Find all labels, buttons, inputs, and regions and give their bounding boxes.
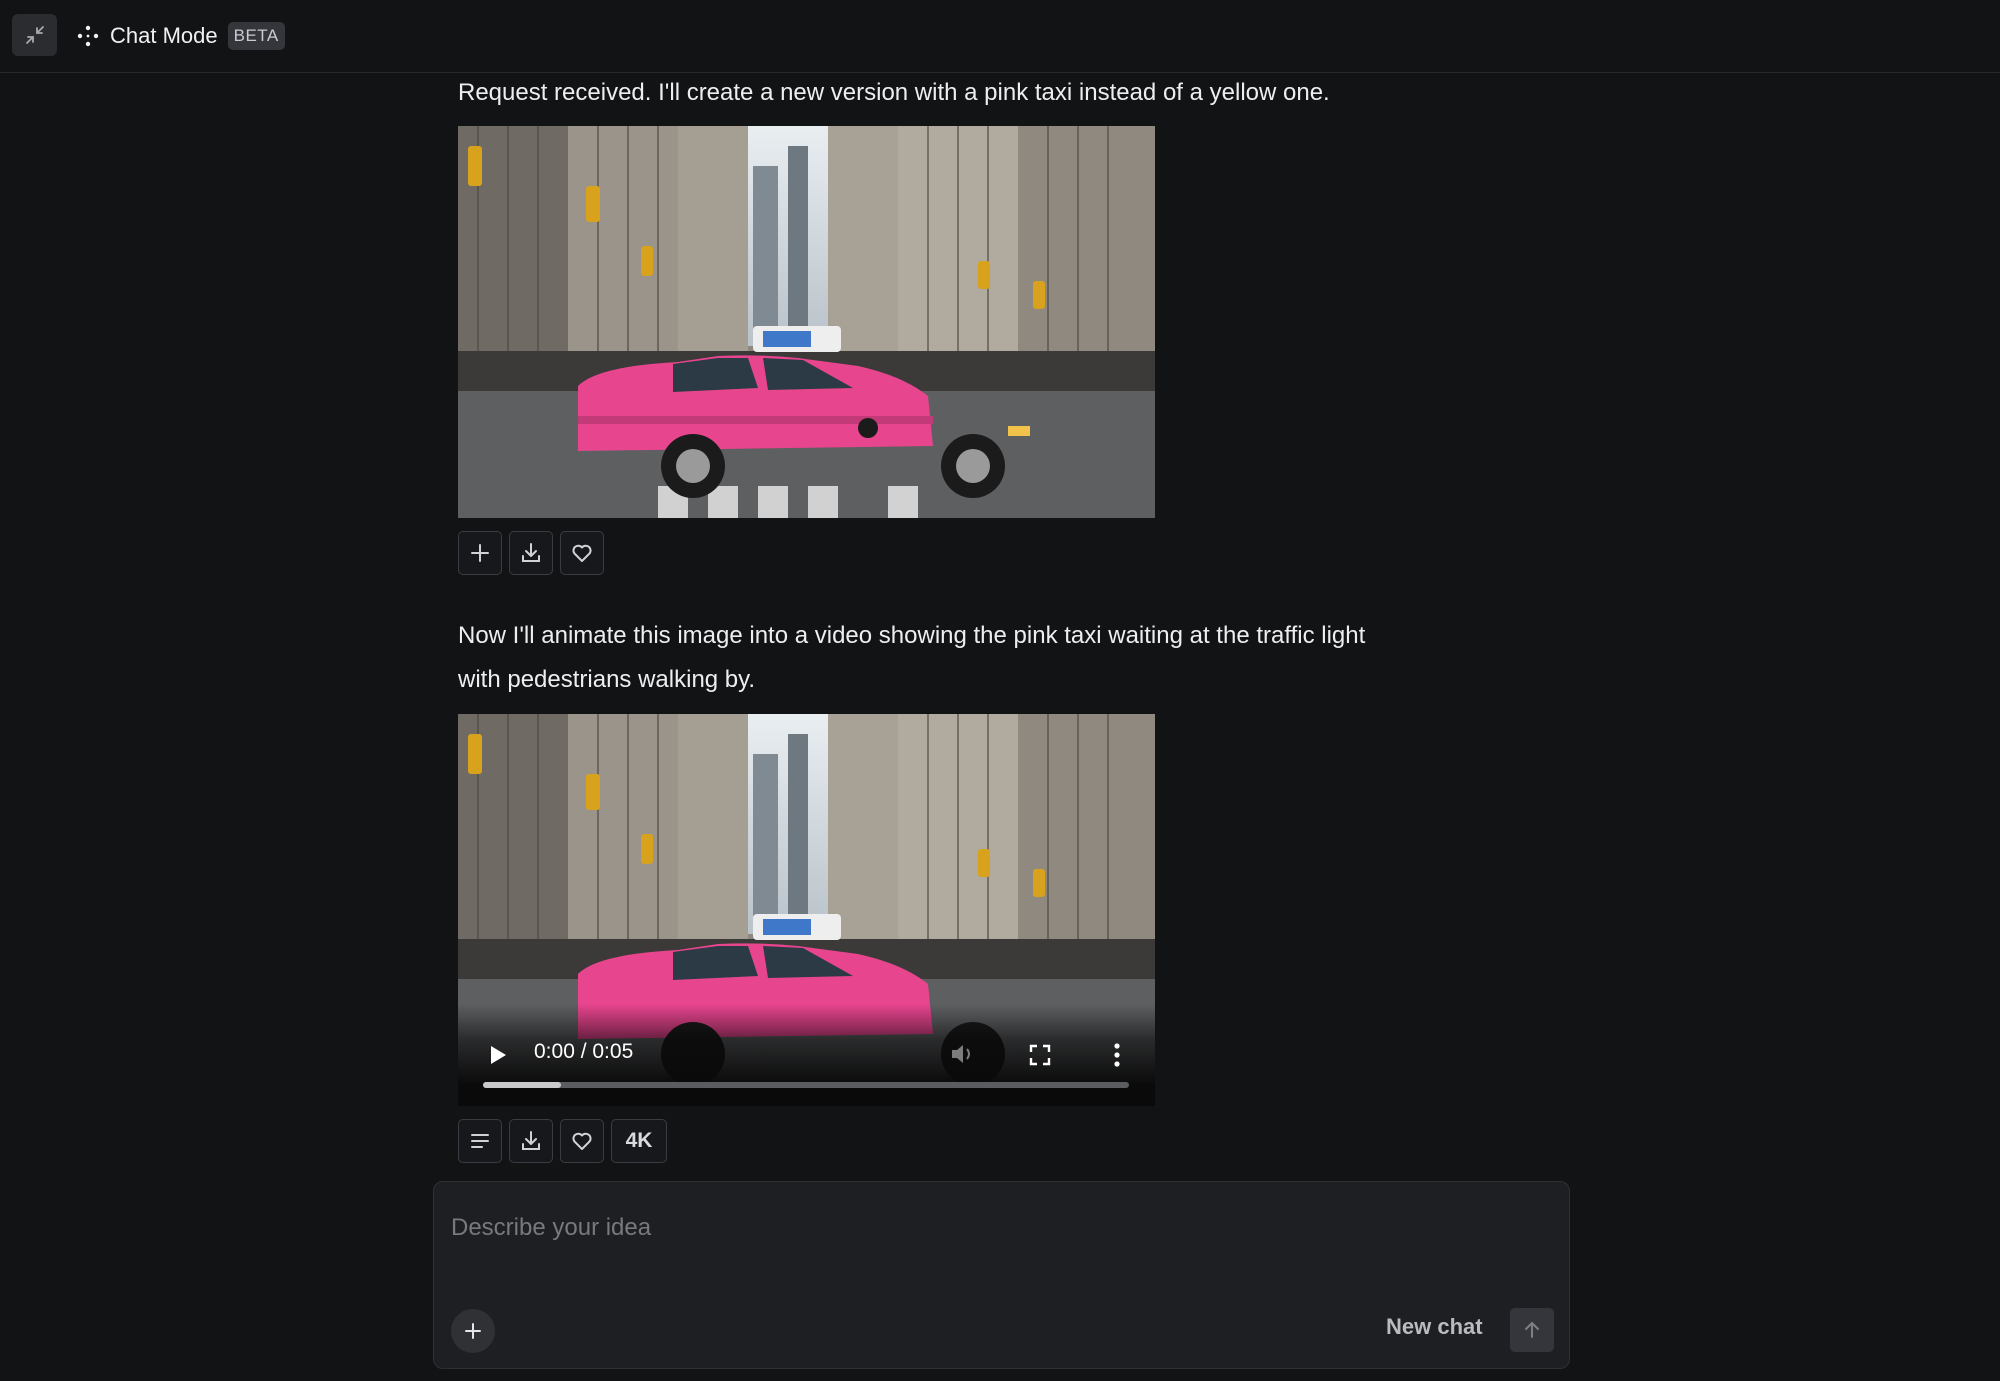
video-controls: 0:00 / 0:05: [458, 1004, 1155, 1106]
attach-button[interactable]: [451, 1309, 495, 1353]
minimize-arrows-icon: [25, 26, 44, 44]
new-chat-button[interactable]: New chat: [1386, 1314, 1483, 1340]
text-lines-icon: [471, 1134, 489, 1148]
generated-image[interactable]: [458, 126, 1155, 518]
play-button[interactable]: [488, 1044, 508, 1066]
upscale-4k-button[interactable]: 4K: [611, 1119, 667, 1163]
video-options-button[interactable]: [1113, 1042, 1121, 1068]
video-buffered-range: [483, 1082, 561, 1088]
video-progress-bar[interactable]: [483, 1082, 1129, 1088]
generated-video[interactable]: 0:00 / 0:05: [458, 714, 1155, 1106]
play-icon: [491, 1046, 506, 1064]
show-prompt-button[interactable]: [458, 1119, 502, 1163]
prompt-input[interactable]: [451, 1208, 1551, 1248]
volume-icon: [952, 1045, 970, 1063]
image-actions: [458, 531, 604, 575]
arrow-up-icon: [1525, 1322, 1539, 1338]
download-image-button[interactable]: [509, 531, 553, 575]
favorite-image-button[interactable]: [560, 531, 604, 575]
brand: Chat Mode BETA: [76, 20, 285, 52]
plus-icon: [471, 544, 489, 562]
page-title: Chat Mode: [110, 23, 218, 48]
send-button[interactable]: [1510, 1308, 1554, 1352]
download-video-button[interactable]: [509, 1119, 553, 1163]
download-icon: [522, 1131, 540, 1150]
sparkle-dots-icon: [77, 25, 99, 47]
favorite-video-button[interactable]: [560, 1119, 604, 1163]
assistant-message-2: Now I'll animate this image into a video…: [458, 622, 1366, 693]
heart-icon: [572, 1132, 592, 1150]
prompt-composer: New chat: [433, 1181, 1570, 1369]
video-time: 0:00 / 0:05: [534, 1040, 634, 1063]
more-vertical-icon: [1114, 1043, 1120, 1067]
top-bar: Chat Mode BETA: [0, 0, 2000, 73]
pink-taxi-street-image: [458, 126, 1155, 518]
beta-badge: BETA: [227, 22, 285, 50]
download-icon: [522, 543, 540, 562]
video-actions: 4K: [458, 1119, 667, 1163]
assistant-message-1: Request received. I'll create a new vers…: [458, 79, 1330, 106]
plus-icon: [465, 1323, 481, 1339]
fullscreen-icon: [1029, 1044, 1051, 1066]
fullscreen-button[interactable]: [1029, 1044, 1051, 1066]
collapse-button[interactable]: [12, 14, 57, 56]
add-to-prompt-button[interactable]: [458, 531, 502, 575]
mute-button[interactable]: [948, 1040, 976, 1068]
heart-icon: [572, 544, 592, 562]
